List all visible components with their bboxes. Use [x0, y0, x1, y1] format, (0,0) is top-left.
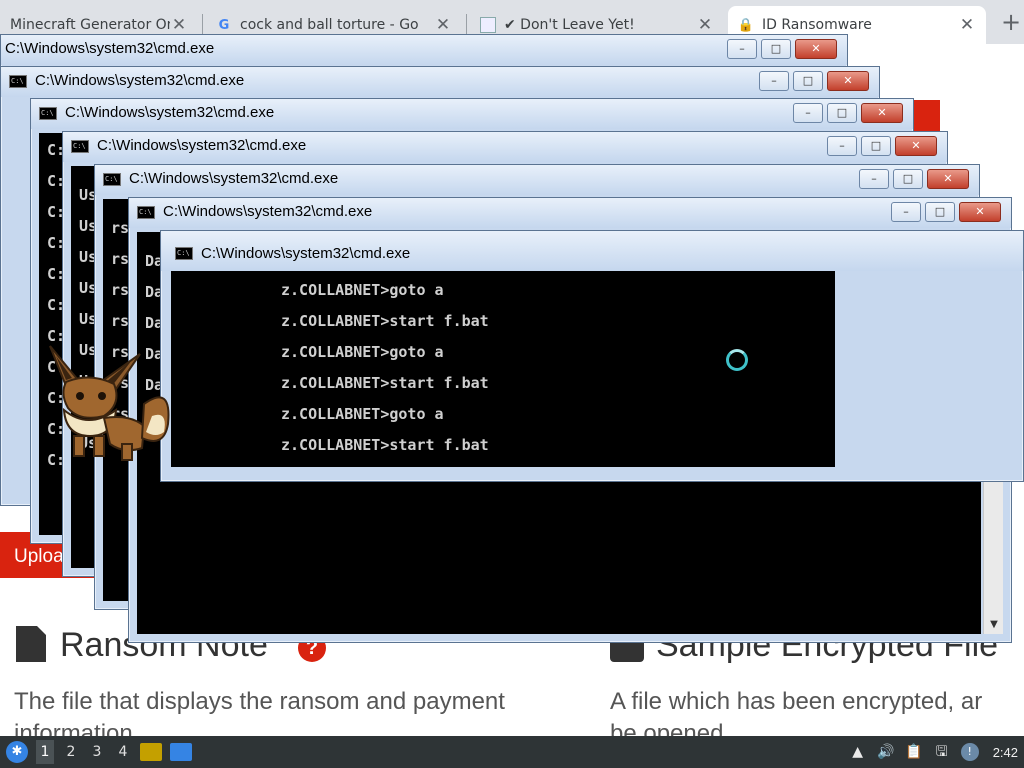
cmd-icon [103, 173, 121, 186]
volume-icon[interactable]: 🔊 [877, 743, 895, 761]
cmd-icon [39, 107, 57, 120]
window-controls: – □ ✕ [859, 169, 969, 189]
lock-icon: 🔒 [737, 17, 755, 33]
cmd-icon [175, 247, 193, 260]
window-controls: – □ ✕ [891, 202, 1001, 222]
console-line: z.COLLABNET>goto a [281, 281, 444, 299]
workspace-1[interactable]: 1 [36, 740, 54, 764]
clipboard-icon[interactable]: 📋 [905, 743, 923, 761]
tab-label: Minecraft Generator Onli [10, 17, 170, 33]
maximize-button[interactable]: □ [827, 103, 857, 123]
window-title: C:\Windows\system32\cmd.exe [97, 137, 307, 154]
close-button[interactable]: ✕ [827, 71, 869, 91]
close-button[interactable]: ✕ [927, 169, 969, 189]
maximize-button[interactable]: □ [893, 169, 923, 189]
file-manager-icon[interactable] [140, 743, 162, 761]
tab-label: cock and ball torture - Go [240, 17, 419, 33]
close-icon[interactable]: ✕ [696, 15, 714, 35]
window-list-icon[interactable] [170, 743, 192, 761]
new-tab-button[interactable]: + [996, 8, 1024, 38]
notification-icon[interactable]: ! [960, 743, 979, 761]
google-icon: G [218, 17, 230, 33]
window-title: C:\Windows\system32\cmd.exe [65, 104, 275, 121]
network-icon[interactable]: 🖫 [933, 743, 951, 761]
console-line: z.COLLABNET>goto a [281, 343, 444, 361]
close-button[interactable]: ✕ [861, 103, 903, 123]
window-title: C:\Windows\system32\cmd.exe [35, 72, 245, 89]
window-controls: – □ ✕ [827, 136, 937, 156]
window-controls: – □ ✕ [727, 39, 837, 59]
window-title: C:\Windows\system32\cmd.exe [163, 203, 373, 220]
start-menu-icon[interactable]: ✱ [6, 741, 28, 763]
minimize-button[interactable]: – [793, 103, 823, 123]
cmd-window-front[interactable]: C:\Windows\system32\cmd.exe z.COLLABNET>… [160, 230, 1024, 482]
taskbar: ✱ 1 2 3 4 ▲ 🔊 📋 🖫 ! 2:42 [0, 736, 1024, 768]
close-button[interactable]: ✕ [895, 136, 937, 156]
close-icon[interactable]: ✕ [434, 15, 452, 35]
scroll-down-icon[interactable]: ▼ [984, 616, 1004, 634]
close-icon[interactable]: ✕ [958, 15, 976, 35]
minimize-button[interactable]: – [859, 169, 889, 189]
maximize-button[interactable]: □ [861, 136, 891, 156]
close-icon[interactable]: ✕ [170, 15, 188, 35]
window-title: C:\Windows\system32\cmd.exe [5, 40, 215, 57]
tab-divider [202, 14, 203, 36]
workspace-4[interactable]: 4 [114, 740, 132, 764]
window-title: C:\Windows\system32\cmd.exe [201, 245, 411, 262]
close-button[interactable]: ✕ [959, 202, 1001, 222]
minimize-button[interactable]: – [827, 136, 857, 156]
close-button[interactable]: ✕ [795, 39, 837, 59]
window-controls: – □ ✕ [759, 71, 869, 91]
eevee-sprite-icon [49, 345, 170, 461]
cmd-icon [9, 75, 27, 88]
sample-file-desc: A file which has been encrypted, ar [610, 688, 983, 715]
file-icon [16, 626, 46, 662]
cmd-icon [137, 206, 155, 219]
window-controls: – □ ✕ [793, 103, 903, 123]
maximize-button[interactable]: □ [793, 71, 823, 91]
tab-label: ✔ Don't Leave Yet! [504, 17, 635, 33]
workspace-2[interactable]: 2 [62, 740, 80, 764]
minimize-button[interactable]: – [759, 71, 789, 91]
window-title: C:\Windows\system32\cmd.exe [129, 170, 339, 187]
tab-label: ID Ransomware [762, 17, 872, 33]
workspace-3[interactable]: 3 [88, 740, 106, 764]
maximize-button[interactable]: □ [761, 39, 791, 59]
minimize-button[interactable]: – [727, 39, 757, 59]
upload-icon[interactable]: ▲ [849, 743, 867, 761]
maximize-button[interactable]: □ [925, 202, 955, 222]
console-line: z.COLLABNET>goto a [281, 405, 444, 423]
tab-divider [466, 14, 467, 36]
console-line: z.COLLABNET>start f.bat [281, 312, 489, 330]
cmd-icon [71, 140, 89, 153]
minimize-button[interactable]: – [891, 202, 921, 222]
page-icon [480, 17, 496, 33]
loading-spinner-icon [726, 349, 748, 371]
system-tray: ▲ 🔊 📋 🖫 ! 2:42 [849, 736, 1024, 768]
clock[interactable]: 2:42 [993, 745, 1018, 760]
ransom-note-desc: The file that displays the ransom and pa… [14, 688, 505, 715]
console-line: z.COLLABNET>start f.bat [281, 436, 489, 454]
console-line: z.COLLABNET>start f.bat [281, 374, 489, 392]
